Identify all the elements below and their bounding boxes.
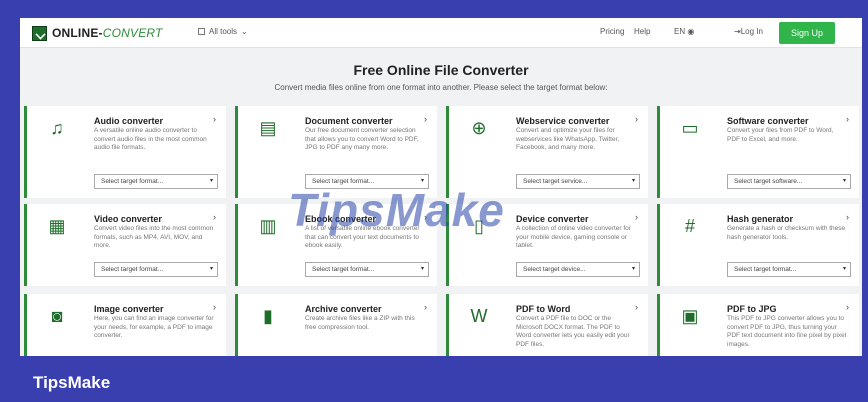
card-title[interactable]: Document converter [305, 116, 393, 126]
caret-down-icon: ▾ [842, 266, 846, 272]
select-value: Select target format... [101, 178, 164, 185]
signup-button[interactable]: Sign Up [779, 22, 835, 44]
card-title[interactable]: PDF to JPG [727, 304, 777, 314]
caret-down-icon: ▾ [842, 178, 846, 184]
select-value: Select target format... [312, 266, 375, 273]
frame: ONLINE-CONVERT All tools ⌄ Pricing Help … [0, 0, 868, 402]
card-description: This PDF to JPG converter allows you to … [727, 315, 847, 348]
card-description: Generate a hash or checksum with these h… [727, 225, 846, 241]
chevron-right-icon[interactable]: › [635, 212, 638, 222]
card-description: A collection of online video converter f… [516, 225, 631, 249]
card-title[interactable]: Archive converter [305, 304, 382, 314]
caret-down-icon: ▾ [420, 266, 424, 272]
top-nav: ONLINE-CONVERT All tools ⌄ Pricing Help … [20, 18, 862, 48]
chevron-right-icon[interactable]: › [424, 302, 427, 312]
chevron-right-icon[interactable]: › [213, 212, 216, 222]
chevron-right-icon[interactable]: › [213, 302, 216, 312]
word-file-icon: W [470, 306, 488, 326]
logo-text: ONLINE-CONVERT [52, 26, 163, 40]
brand-name: TipsMake [33, 373, 111, 392]
caret-down-icon: ▾ [209, 266, 213, 272]
camera-icon: ◙ [51, 306, 63, 326]
converter-card[interactable]: ▭ Software converter › Convert your files f… [657, 106, 859, 198]
language-selector[interactable]: EN ◉ [674, 27, 694, 36]
browser-screen: ONLINE-CONVERT All tools ⌄ Pricing Help … [20, 18, 862, 356]
card-title[interactable]: Device converter [516, 214, 589, 224]
target-format-select[interactable]: Select target device... ▾ [516, 262, 640, 277]
hash-icon: # [684, 216, 695, 236]
converter-card[interactable]: ◙ Image converter › Here, you can find an i… [24, 294, 226, 356]
globe-icon: ⊕ [471, 118, 487, 138]
monitor-icon: ▭ [681, 118, 699, 138]
chevron-right-icon[interactable]: › [213, 114, 216, 124]
archive-icon: ▮ [263, 306, 273, 326]
card-description: Convert your files from PDF to Word, PDF… [727, 127, 834, 143]
card-title[interactable]: Image converter [94, 304, 164, 314]
select-value: Select target format... [734, 266, 797, 273]
music-note-icon: ♫ [50, 118, 64, 138]
document-icon: ▤ [259, 118, 277, 138]
converter-card[interactable]: # Hash generator › Generate a hash or check… [657, 204, 859, 286]
card-title[interactable]: Audio converter [94, 116, 163, 126]
converter-card[interactable]: W PDF to Word › Convert a PDF file to DOC o… [446, 294, 648, 356]
globe-small-icon: ◉ [687, 27, 695, 36]
card-description: Convert and optimize your files for webs… [516, 127, 620, 151]
login-link[interactable]: ⇥Log In [734, 27, 763, 36]
watermark: TipsMake [288, 184, 505, 236]
converter-card[interactable]: ▦ Video converter › Convert video files int… [24, 204, 226, 286]
help-link[interactable]: Help [634, 27, 650, 36]
select-value: Select target software... [734, 178, 803, 185]
caret-down-icon: ▾ [209, 178, 213, 184]
books-icon: ▥ [259, 216, 277, 236]
converter-card[interactable]: ▮ Archive converter › Create archive files … [235, 294, 437, 356]
all-tools-label: All tools [209, 27, 238, 36]
card-title[interactable]: PDF to Word [516, 304, 570, 314]
select-value: Select target format... [101, 266, 164, 273]
card-title[interactable]: Webservice converter [516, 116, 609, 126]
caret-down-icon: ▾ [631, 178, 635, 184]
converter-card[interactable]: ▣ PDF to JPG › This PDF to JPG converter al… [657, 294, 859, 356]
pricing-link[interactable]: Pricing [600, 27, 624, 36]
card-title[interactable]: Video converter [94, 214, 162, 224]
brand-bar: TipsMake [0, 356, 868, 402]
chevron-right-icon[interactable]: › [424, 114, 427, 124]
caret-down-icon: ▾ [631, 266, 635, 272]
image-file-icon: ▣ [681, 306, 699, 326]
card-title[interactable]: Hash generator [727, 214, 793, 224]
grid-icon [198, 28, 205, 35]
select-value: Select target device... [523, 266, 586, 273]
card-description: A versatile online audio converter to co… [94, 127, 207, 151]
logo-icon [32, 25, 47, 41]
card-description: Our free document converter selection th… [305, 127, 419, 151]
target-format-select[interactable]: Select target format... ▾ [94, 174, 218, 189]
site-logo[interactable]: ONLINE-CONVERT [32, 25, 163, 41]
select-value: Select target service... [523, 178, 588, 185]
chevron-right-icon[interactable]: › [846, 302, 849, 312]
converter-card[interactable]: ♫ Audio converter › A versatile online audi… [24, 106, 226, 198]
target-format-select[interactable]: Select target format... ▾ [305, 262, 429, 277]
chevron-right-icon[interactable]: › [635, 114, 638, 124]
chevron-right-icon[interactable]: › [635, 302, 638, 312]
target-format-select[interactable]: Select target software... ▾ [727, 174, 851, 189]
chevron-down-icon: ⌄ [241, 27, 248, 36]
page-subtitle: Convert media files online from one form… [274, 83, 608, 92]
target-format-select[interactable]: Select target format... ▾ [727, 262, 851, 277]
card-description: Create archive files like a ZIP with thi… [305, 315, 415, 331]
target-format-select[interactable]: Select target format... ▾ [94, 262, 218, 277]
card-title[interactable]: Software converter [727, 116, 809, 126]
chevron-right-icon[interactable]: › [846, 114, 849, 124]
film-icon: ▦ [48, 216, 66, 236]
page-title: Free Online File Converter [353, 62, 529, 78]
target-format-select[interactable]: Select target service... ▾ [516, 174, 640, 189]
card-description: Convert a PDF file to DOC or the Microso… [516, 315, 630, 348]
card-description: Convert video files into the most common… [94, 225, 214, 249]
login-icon: ⇥ [734, 27, 741, 36]
chevron-right-icon[interactable]: › [846, 212, 849, 222]
card-description: Here, you can find an image converter fo… [94, 315, 214, 339]
all-tools-menu[interactable]: All tools ⌄ [198, 27, 248, 36]
